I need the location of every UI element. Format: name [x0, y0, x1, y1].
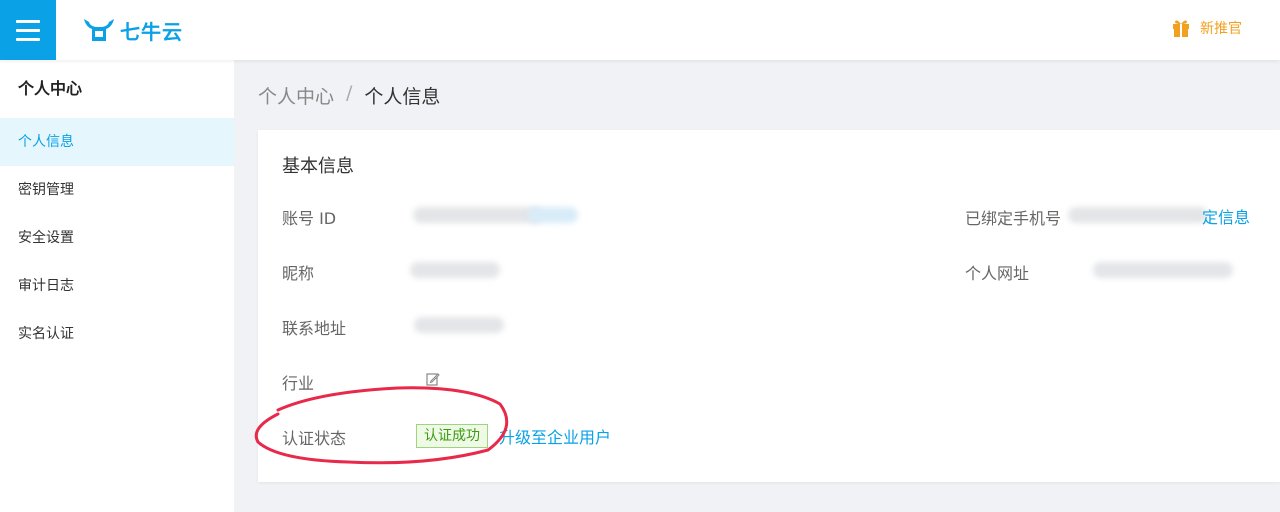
promo-link[interactable]: 新推官: [1172, 18, 1242, 38]
bind-info-link[interactable]: 定信息: [1202, 204, 1250, 228]
website-value-redacted: [1093, 262, 1233, 278]
nickname-value-redacted: [410, 262, 500, 278]
promo-label: 新推官: [1200, 21, 1242, 37]
sidebar-item-profile[interactable]: 个人信息: [0, 118, 234, 166]
phone-label: 已绑定手机号: [965, 209, 1062, 228]
menu-button[interactable]: [0, 0, 56, 60]
address-value-redacted: [414, 317, 504, 333]
phone-value-redacted: [1068, 207, 1208, 223]
website-label: 个人网址: [965, 264, 1030, 283]
logo-icon: [84, 19, 114, 41]
breadcrumb-separator: /: [346, 82, 353, 104]
account-id-value-redacted: [413, 207, 543, 223]
address-label: 联系地址: [282, 319, 347, 338]
menu-icon-bar: [16, 37, 40, 41]
sidebar-item-keys[interactable]: 密钥管理: [0, 166, 234, 214]
card-title: 基本信息: [282, 156, 354, 177]
brand-name: 七牛云: [120, 19, 183, 44]
menu-icon-bar: [16, 19, 40, 23]
sidebar-item-security[interactable]: 安全设置: [0, 214, 234, 262]
breadcrumb: 个人中心 / 个人信息: [258, 82, 440, 109]
top-bar: 七牛云 新推官: [0, 0, 1280, 60]
highlight-annotation: [254, 386, 509, 465]
menu-icon-bar: [16, 28, 40, 32]
account-id-label: 账号 ID: [282, 209, 337, 228]
breadcrumb-current: 个人信息: [364, 86, 441, 108]
sidebar-item-real-name[interactable]: 实名认证: [0, 310, 234, 358]
gift-icon: [1173, 20, 1189, 37]
sidebar-item-audit-log[interactable]: 审计日志: [0, 262, 234, 310]
nickname-label: 昵称: [282, 264, 315, 283]
brand-logo[interactable]: 七牛云: [82, 14, 183, 46]
sidebar-title: 个人中心: [18, 79, 83, 98]
account-id-value-redacted: [528, 207, 578, 223]
breadcrumb-parent[interactable]: 个人中心: [258, 82, 334, 109]
sidebar: 个人中心 个人信息 密钥管理 安全设置 审计日志 实名认证: [0, 60, 234, 512]
